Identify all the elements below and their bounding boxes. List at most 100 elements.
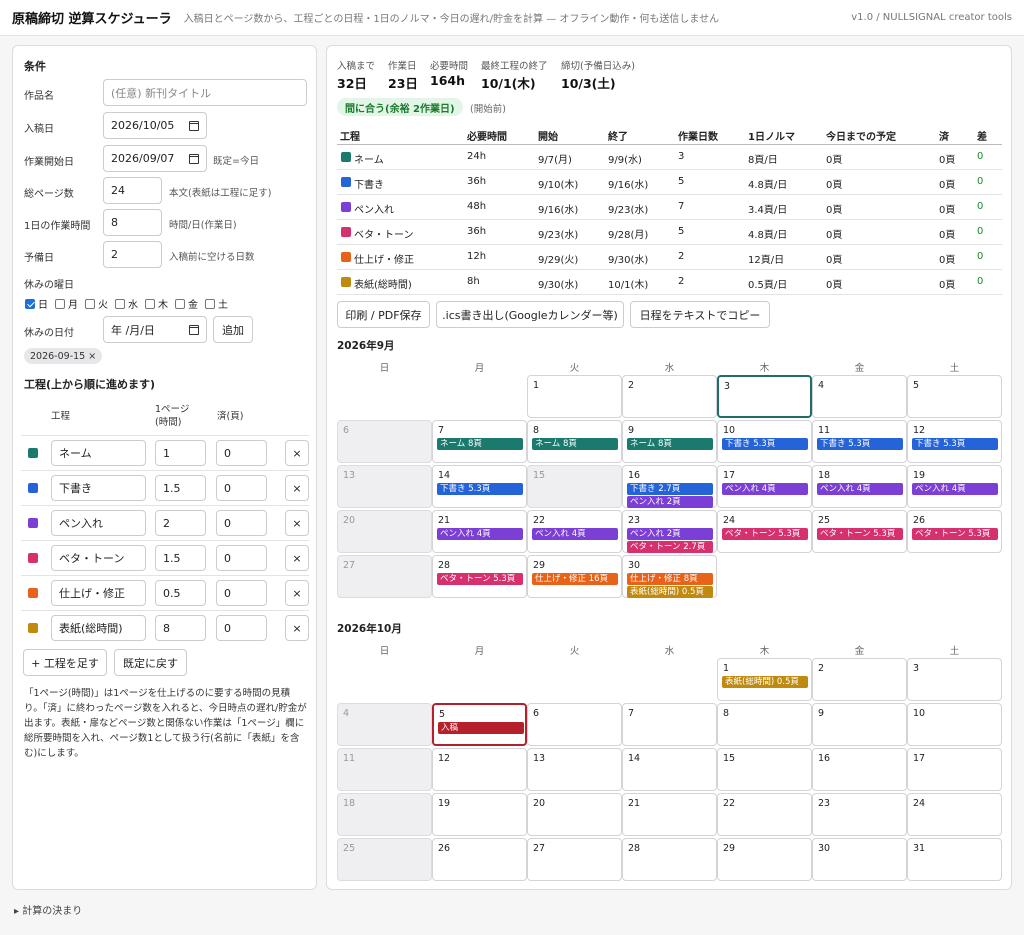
- calendar-day[interactable]: 25: [337, 838, 432, 881]
- calendar-day[interactable]: 24 ベタ・トーン 5.3頁: [717, 510, 812, 553]
- calendar-event[interactable]: ネーム 8頁: [627, 438, 713, 450]
- calendar-day[interactable]: 23 ペン入れ 2頁 ベタ・トーン 2.7頁: [622, 510, 717, 553]
- weekday-checkbox[interactable]: [145, 298, 155, 309]
- calendar-event[interactable]: 下書き 5.3頁: [437, 483, 523, 495]
- remove-process-button[interactable]: ×: [285, 440, 309, 466]
- process-name-input[interactable]: ネーム: [51, 440, 146, 466]
- calendar-day[interactable]: 2: [812, 658, 907, 701]
- calendar-day[interactable]: 26 ベタ・トーン 5.3頁: [907, 510, 1002, 553]
- calendar-event[interactable]: ペン入れ 4頁: [722, 483, 808, 495]
- calendar-day[interactable]: 11 下書き 5.3頁: [812, 420, 907, 463]
- weekday-0[interactable]: 日: [25, 296, 48, 311]
- per-page-input[interactable]: 8: [155, 615, 206, 641]
- weekday-3[interactable]: 水: [115, 296, 138, 311]
- calendar-event[interactable]: ベタ・トーン 5.3頁: [912, 528, 998, 540]
- calendar-day[interactable]: 25 ベタ・トーン 5.3頁: [812, 510, 907, 553]
- add-process-button[interactable]: + 工程を足す: [23, 649, 107, 676]
- calendar-icon[interactable]: [189, 154, 199, 164]
- calendar-event[interactable]: 表紙(総時間) 0.5頁: [627, 585, 713, 598]
- calendar-day[interactable]: 4: [337, 703, 432, 746]
- process-name-input[interactable]: 下書き: [51, 475, 146, 501]
- calendar-day[interactable]: 6: [337, 420, 432, 463]
- calendar-day[interactable]: 29 仕上げ・修正 16頁: [527, 555, 622, 598]
- calendar-event[interactable]: ベタ・トーン 2.7頁: [627, 540, 713, 553]
- per-page-input[interactable]: 1.5: [155, 475, 206, 501]
- weekday-5[interactable]: 金: [175, 296, 198, 311]
- calendar-day[interactable]: 3: [717, 375, 812, 418]
- calendar-day[interactable]: 5: [907, 375, 1002, 418]
- calendar-day[interactable]: 18: [337, 793, 432, 836]
- remove-process-button[interactable]: ×: [285, 475, 309, 501]
- calendar-day[interactable]: 11: [337, 748, 432, 791]
- add-offdate-button[interactable]: 追加: [213, 316, 253, 343]
- work-name-input[interactable]: (任意) 新刊タイトル: [103, 79, 307, 106]
- calendar-day[interactable]: 5 入稿: [432, 703, 527, 746]
- calendar-day[interactable]: 9: [812, 703, 907, 746]
- calendar-event[interactable]: 下書き 5.3頁: [817, 438, 903, 450]
- done-pages-input[interactable]: 0: [216, 615, 267, 641]
- calendar-day[interactable]: 7: [622, 703, 717, 746]
- offdate-chip[interactable]: 2026-09-15 ×: [24, 348, 103, 364]
- calendar-day[interactable]: 16: [812, 748, 907, 791]
- process-name-input[interactable]: 仕上げ・修正: [51, 580, 146, 606]
- calendar-event[interactable]: ペン入れ 4頁: [817, 483, 903, 495]
- weekday-checkbox[interactable]: [55, 298, 65, 309]
- done-pages-input[interactable]: 0: [216, 510, 267, 536]
- calendar-day[interactable]: 12 下書き 5.3頁: [907, 420, 1002, 463]
- per-page-input[interactable]: 0.5: [155, 580, 206, 606]
- calendar-event[interactable]: ベタ・トーン 5.3頁: [817, 528, 903, 540]
- process-name-input[interactable]: 表紙(総時間): [51, 615, 146, 641]
- calendar-event[interactable]: ペン入れ 2頁: [627, 495, 713, 508]
- calendar-day[interactable]: 19: [432, 793, 527, 836]
- process-name-input[interactable]: ベタ・トーン: [51, 545, 146, 571]
- calendar-event[interactable]: 下書き 5.3頁: [912, 438, 998, 450]
- due-date-input[interactable]: 2026/10/05: [103, 112, 207, 139]
- done-pages-input[interactable]: 0: [216, 475, 267, 501]
- calendar-day[interactable]: 6: [527, 703, 622, 746]
- calendar-day[interactable]: 14: [622, 748, 717, 791]
- remove-process-button[interactable]: ×: [285, 580, 309, 606]
- calendar-day[interactable]: 27: [337, 555, 432, 598]
- calendar-icon[interactable]: [189, 121, 199, 131]
- calendar-day[interactable]: 24: [907, 793, 1002, 836]
- calendar-day[interactable]: 15: [527, 465, 622, 508]
- weekday-2[interactable]: 火: [85, 296, 108, 311]
- calendar-event[interactable]: ベタ・トーン 5.3頁: [437, 573, 523, 585]
- calendar-day[interactable]: 13: [337, 465, 432, 508]
- calendar-event[interactable]: ペン入れ 4頁: [532, 528, 618, 540]
- calendar-day[interactable]: 8: [717, 703, 812, 746]
- calendar-event[interactable]: ネーム 8頁: [437, 438, 523, 450]
- calendar-day[interactable]: 26: [432, 838, 527, 881]
- ics-export-button[interactable]: .ics書き出し(Googleカレンダー等): [436, 301, 624, 328]
- calendar-event[interactable]: 下書き 5.3頁: [722, 438, 808, 450]
- calendar-day[interactable]: 28: [622, 838, 717, 881]
- calendar-day[interactable]: 20: [337, 510, 432, 553]
- calc-rules-toggle[interactable]: ▸ 計算の決まり: [14, 902, 82, 917]
- process-name-input[interactable]: ペン入れ: [51, 510, 146, 536]
- calendar-day[interactable]: 28 ベタ・トーン 5.3頁: [432, 555, 527, 598]
- calendar-day[interactable]: 4: [812, 375, 907, 418]
- calendar-day[interactable]: 8 ネーム 8頁: [527, 420, 622, 463]
- hours-input[interactable]: 8: [103, 209, 162, 236]
- calendar-day[interactable]: 3: [907, 658, 1002, 701]
- offdate-input[interactable]: 年 /月/日: [103, 316, 207, 343]
- per-page-input[interactable]: 1: [155, 440, 206, 466]
- copy-text-button[interactable]: 日程をテキストでコピー: [630, 301, 770, 328]
- calendar-day[interactable]: 30: [812, 838, 907, 881]
- calendar-icon[interactable]: [189, 325, 199, 335]
- calendar-event[interactable]: 下書き 2.7頁: [627, 483, 713, 495]
- calendar-day[interactable]: 21: [622, 793, 717, 836]
- remove-process-button[interactable]: ×: [285, 545, 309, 571]
- calendar-day[interactable]: 13: [527, 748, 622, 791]
- weekday-6[interactable]: 土: [205, 296, 228, 311]
- calendar-day[interactable]: 17: [907, 748, 1002, 791]
- calendar-day[interactable]: 18 ペン入れ 4頁: [812, 465, 907, 508]
- weekday-1[interactable]: 月: [55, 296, 78, 311]
- calendar-event[interactable]: 入稿: [438, 722, 524, 734]
- calendar-day[interactable]: 23: [812, 793, 907, 836]
- calendar-day[interactable]: 29: [717, 838, 812, 881]
- calendar-day[interactable]: 20: [527, 793, 622, 836]
- buffer-input[interactable]: 2: [103, 241, 162, 268]
- remove-process-button[interactable]: ×: [285, 510, 309, 536]
- calendar-day[interactable]: 22: [717, 793, 812, 836]
